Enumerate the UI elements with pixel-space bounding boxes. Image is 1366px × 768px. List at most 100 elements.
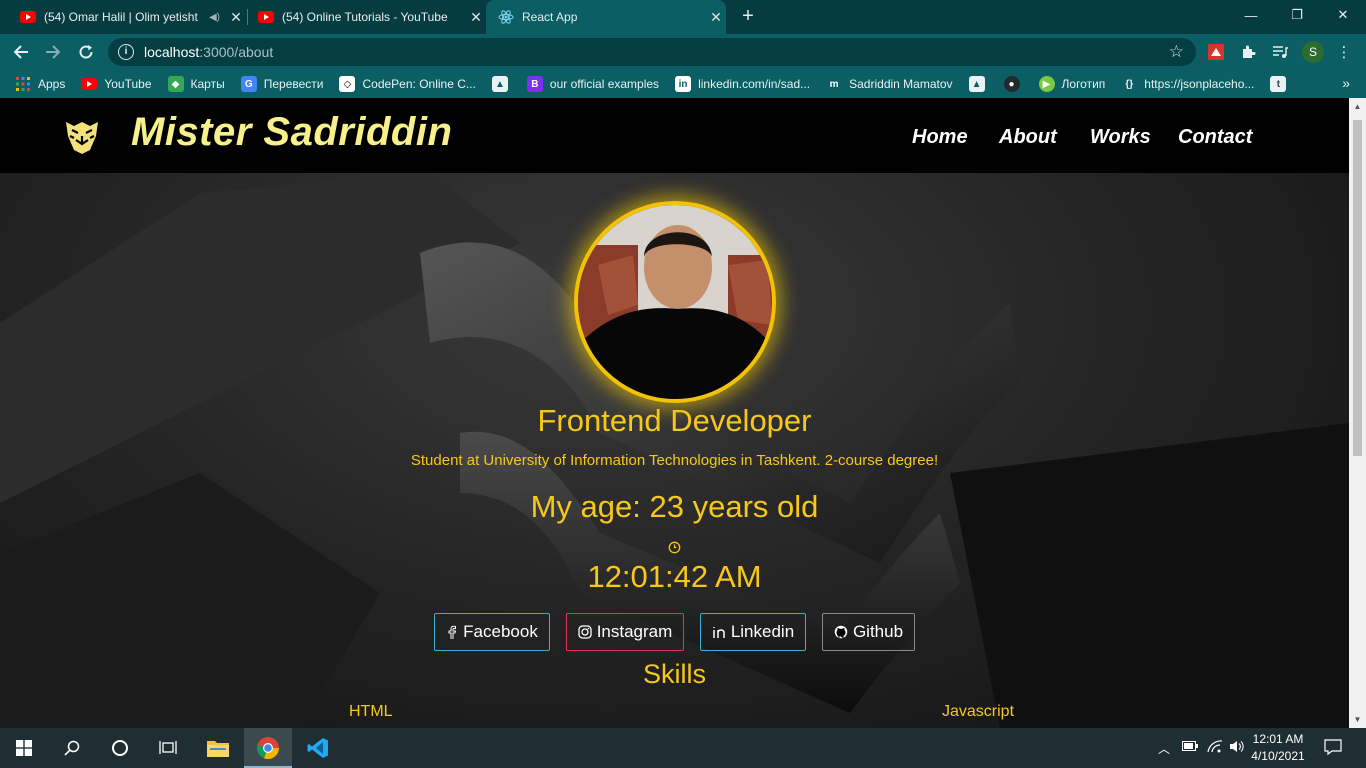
clock-icon bbox=[668, 541, 681, 554]
nav-works[interactable]: Works bbox=[1090, 126, 1151, 149]
bookmark-bootstrap[interactable]: Bour official examples bbox=[526, 76, 659, 92]
play-icon: ▶ bbox=[1038, 76, 1055, 92]
notifications-icon[interactable] bbox=[1324, 739, 1342, 758]
youtube-icon bbox=[81, 76, 98, 92]
instagram-icon bbox=[578, 625, 592, 639]
back-arrow-icon bbox=[13, 45, 28, 59]
bookmark-label: Sadriddin Mamatov bbox=[849, 77, 953, 91]
url-host: localhost bbox=[144, 44, 200, 60]
folder-icon bbox=[207, 741, 229, 757]
browser-toolbar: i localhost:3000/about ☆ ⋮ bbox=[0, 34, 1366, 70]
restore-button[interactable]: ❐ bbox=[1274, 0, 1320, 30]
battery-icon[interactable] bbox=[1182, 740, 1198, 754]
page-scrollbar[interactable]: ▲ ▼ bbox=[1349, 98, 1366, 728]
search-button[interactable] bbox=[48, 728, 96, 768]
tiger-logo-icon[interactable] bbox=[62, 116, 102, 156]
github-icon: ● bbox=[1003, 76, 1020, 92]
bookmark-icon-only[interactable]: ▲ bbox=[968, 76, 992, 92]
profile-photo bbox=[574, 201, 776, 403]
tab-title: (54) Omar Halil | Olim yetisht bbox=[44, 10, 198, 24]
bookmark-youtube[interactable]: YouTube bbox=[81, 76, 152, 92]
linkedin-icon bbox=[713, 627, 725, 638]
bookmark-jsonplaceholder[interactable]: {} https://jsonplaceho... bbox=[1121, 76, 1254, 92]
bookmark-label: Логотип bbox=[1061, 77, 1106, 91]
tab-title: (54) Online Tutorials - YouTube bbox=[282, 10, 448, 24]
bookmark-logotip[interactable]: ▶ Логотип bbox=[1038, 76, 1106, 92]
bookmark-tumblr[interactable]: t bbox=[1270, 76, 1293, 92]
site-info-icon[interactable]: i bbox=[118, 44, 134, 60]
windows-logo-icon bbox=[16, 740, 32, 756]
tab-omar-halil[interactable]: (54) Omar Halil | Olim yetisht ◀) ✕ bbox=[0, 0, 246, 34]
back-button[interactable] bbox=[8, 39, 34, 65]
nav-home[interactable]: Home bbox=[912, 126, 968, 149]
codepen-icon: ◇ bbox=[339, 76, 356, 92]
new-tab-button[interactable]: + bbox=[736, 5, 760, 29]
translate-icon: G bbox=[240, 76, 257, 92]
bookmark-linkedin[interactable]: in linkedin.com/in/sad... bbox=[675, 76, 810, 92]
task-view-button[interactable] bbox=[144, 728, 192, 768]
chrome-menu-icon[interactable]: ⋮ bbox=[1334, 42, 1354, 62]
scrollbar-thumb[interactable] bbox=[1353, 120, 1362, 456]
bookmark-translate[interactable]: G Перевести bbox=[240, 76, 324, 92]
forward-arrow-icon bbox=[46, 45, 61, 59]
close-tab-icon[interactable]: ✕ bbox=[706, 9, 726, 26]
bookmark-sadriddin[interactable]: m Sadriddin Mamatov bbox=[826, 76, 953, 92]
address-bar[interactable]: i localhost:3000/about ☆ bbox=[108, 38, 1196, 66]
bookmark-maps[interactable]: ◆ Карты bbox=[167, 76, 225, 92]
nav-contact[interactable]: Contact bbox=[1178, 126, 1252, 149]
forward-button[interactable] bbox=[40, 39, 66, 65]
vscode-taskbar-button[interactable] bbox=[294, 728, 342, 768]
close-tab-icon[interactable]: ✕ bbox=[466, 9, 486, 26]
age-text: My age: 23 years old bbox=[530, 489, 819, 524]
volume-icon[interactable] bbox=[1229, 740, 1245, 756]
tab-react-app[interactable]: React App ✕ bbox=[486, 0, 726, 34]
nav-about[interactable]: About bbox=[999, 126, 1057, 149]
tab-online-tutorials[interactable]: (54) Online Tutorials - YouTube ✕ bbox=[238, 0, 486, 34]
scroll-up-arrow-icon[interactable]: ▲ bbox=[1349, 98, 1366, 115]
live-clock: 12:01:42 AM bbox=[587, 559, 762, 594]
media-controls-icon[interactable] bbox=[1270, 42, 1290, 62]
bookmark-icon-only[interactable]: ▲ bbox=[491, 76, 515, 92]
maps-icon: ◆ bbox=[167, 76, 184, 92]
url-path: :3000/about bbox=[199, 44, 274, 60]
bookmark-label: https://jsonplaceho... bbox=[1144, 77, 1255, 91]
minimize-button[interactable]: — bbox=[1228, 0, 1274, 30]
bookmark-codepen[interactable]: ◇ CodePen: Online C... bbox=[339, 76, 476, 92]
mozilla-icon: m bbox=[829, 78, 839, 90]
reload-button[interactable] bbox=[73, 39, 99, 65]
scroll-down-arrow-icon[interactable]: ▼ bbox=[1349, 711, 1366, 728]
site-brand[interactable]: Mister Sadriddin bbox=[131, 110, 452, 155]
linkedin-button[interactable]: Linkedin bbox=[700, 613, 806, 651]
profile-avatar[interactable]: S bbox=[1302, 41, 1324, 63]
reload-icon bbox=[79, 45, 93, 59]
muted-speaker-icon[interactable]: ◀) bbox=[209, 12, 220, 23]
chrome-taskbar-button[interactable] bbox=[244, 728, 292, 768]
globe-icon: {} bbox=[1125, 78, 1134, 90]
bookmark-apps[interactable]: Apps bbox=[15, 76, 65, 92]
apps-grid-icon bbox=[15, 76, 31, 92]
extension-red-icon[interactable] bbox=[1206, 42, 1226, 62]
more-bookmarks-icon[interactable]: » bbox=[1342, 75, 1350, 91]
facebook-icon bbox=[448, 625, 457, 639]
bookmark-star-icon[interactable]: ☆ bbox=[1169, 42, 1184, 62]
task-view-icon bbox=[159, 741, 177, 754]
skill-html: HTML bbox=[349, 703, 393, 720]
close-window-button[interactable]: ✕ bbox=[1320, 0, 1366, 30]
react-icon bbox=[498, 9, 514, 25]
instagram-button[interactable]: Instagram bbox=[566, 613, 684, 651]
system-clock[interactable]: 12:01 AM 4/10/2021 bbox=[1246, 731, 1310, 765]
github-button[interactable]: Github bbox=[822, 613, 915, 651]
show-hidden-icons-icon[interactable]: ︿ bbox=[1158, 740, 1170, 757]
extensions-puzzle-icon[interactable] bbox=[1238, 42, 1258, 62]
cortana-button[interactable] bbox=[96, 728, 144, 768]
bookmark-label: linkedin.com/in/sad... bbox=[698, 77, 811, 91]
file-explorer-button[interactable] bbox=[194, 728, 242, 768]
wifi-icon[interactable] bbox=[1207, 740, 1223, 756]
site-navbar: Mister Sadriddin Home About Works Contac… bbox=[0, 98, 1349, 173]
facebook-button[interactable]: Facebook bbox=[434, 613, 550, 651]
start-button[interactable] bbox=[0, 728, 48, 768]
system-date: 4/10/2021 bbox=[1251, 749, 1305, 763]
search-icon bbox=[64, 740, 80, 756]
bookmark-label: Перевести bbox=[263, 77, 324, 91]
bookmark-github[interactable]: ● bbox=[1003, 76, 1027, 92]
